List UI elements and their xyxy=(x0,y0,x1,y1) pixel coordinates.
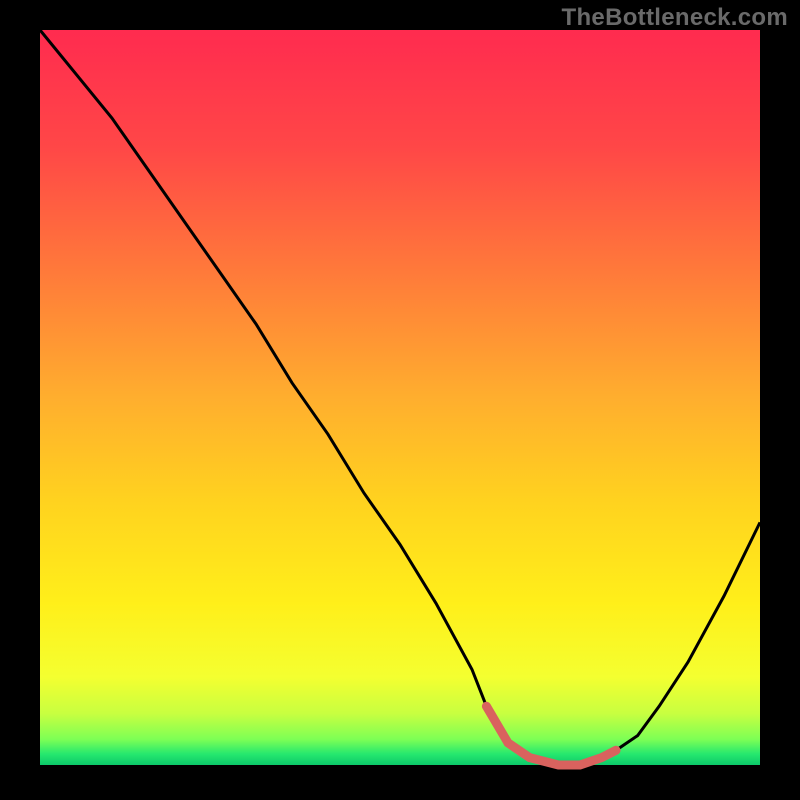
chart-gradient-background xyxy=(40,30,760,765)
bottleneck-chart xyxy=(0,0,800,800)
watermark-text: TheBottleneck.com xyxy=(562,4,788,32)
chart-frame: { "watermark": "TheBottleneck.com", "col… xyxy=(0,0,800,800)
